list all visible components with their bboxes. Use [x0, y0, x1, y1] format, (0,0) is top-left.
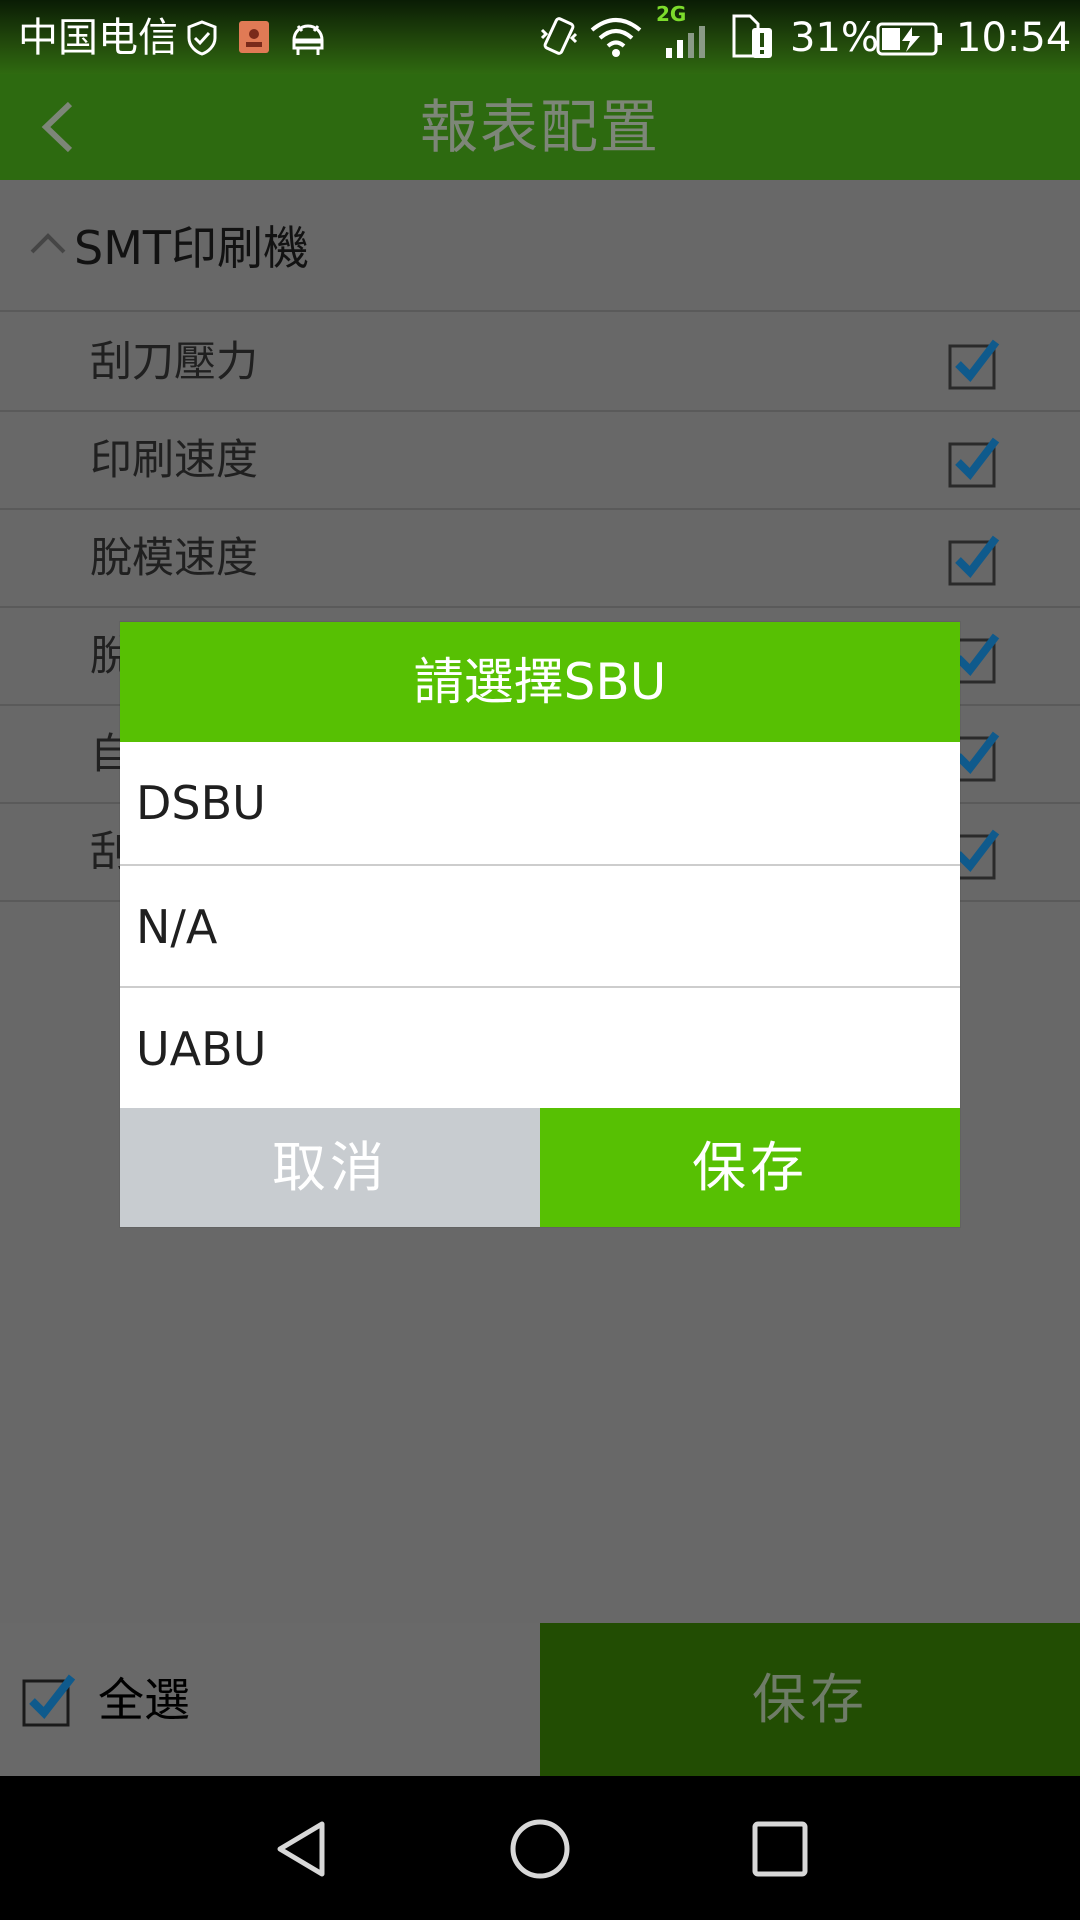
section-header-smt-printer[interactable]: SMT印刷機: [0, 180, 1080, 312]
dialog-header: 請選擇SBU: [120, 622, 960, 742]
select-all-label: 全選: [98, 1673, 190, 1727]
carrier-name: 中国电信: [18, 15, 178, 61]
list-item-label: 印刷速度: [90, 435, 259, 484]
back-triangle-icon[interactable]: [266, 1814, 336, 1884]
save-button[interactable]: 保存: [540, 1108, 960, 1227]
chevron-up-icon: [30, 233, 66, 254]
dialog-title: 請選擇SBU: [413, 653, 667, 711]
signal-strength-icon: [666, 26, 705, 58]
save-config-label: 保存: [752, 1668, 868, 1731]
cancel-button[interactable]: 取消: [120, 1108, 540, 1227]
save-label: 保存: [692, 1136, 808, 1199]
system-nav-bar: [0, 1776, 1080, 1920]
list-item[interactable]: 刮刀壓力: [0, 314, 1080, 412]
option-label: DSBU: [136, 776, 266, 830]
app-bar: 報表配置: [0, 74, 1080, 180]
list-item-label: 脫模速度: [90, 533, 259, 582]
checkbox-checked-icon[interactable]: [948, 434, 1002, 488]
android-debug-icon: [292, 24, 324, 55]
list-item-label: 刮刀壓力: [90, 337, 259, 386]
recents-square-icon[interactable]: [745, 1814, 815, 1884]
option-uabu[interactable]: UABU: [120, 988, 960, 1108]
clock: 10:54: [956, 15, 1072, 61]
status-bar: 中国电信 2G 31% 10:54: [0, 0, 1080, 74]
save-config-button[interactable]: 保存: [540, 1623, 1080, 1776]
checkbox-checked-icon[interactable]: [948, 336, 1002, 390]
select-all-toggle[interactable]: 全選: [0, 1623, 540, 1776]
option-na[interactable]: N/A: [120, 866, 960, 988]
option-dsbu[interactable]: DSBU: [120, 742, 960, 864]
option-label: N/A: [136, 900, 218, 954]
wifi-icon: [590, 18, 642, 57]
page-title: 報表配置: [419, 93, 660, 161]
home-circle-icon[interactable]: [505, 1814, 575, 1884]
checkbox-checked-icon[interactable]: [948, 532, 1002, 586]
section-title: SMT印刷機: [74, 221, 309, 275]
checkbox-checked-icon[interactable]: [22, 1671, 78, 1727]
sim-alert-icon: [732, 14, 772, 58]
option-label: UABU: [136, 1022, 267, 1076]
battery-percent: 31%: [790, 15, 879, 61]
list-item[interactable]: 脫模速度: [0, 510, 1080, 608]
sbu-select-dialog: 請選擇SBU DSBU N/A UABU 取消 保存: [120, 622, 960, 1227]
battery-charging-icon: [876, 22, 942, 56]
app-notification-icon: [239, 21, 269, 53]
cancel-label: 取消: [272, 1136, 388, 1199]
vibrate-icon: [540, 17, 578, 55]
shield-check-icon: [187, 20, 217, 56]
list-item[interactable]: 印刷速度: [0, 412, 1080, 510]
network-type-label: 2G: [656, 2, 687, 26]
bottom-bar: 全選 保存: [0, 1623, 1080, 1776]
